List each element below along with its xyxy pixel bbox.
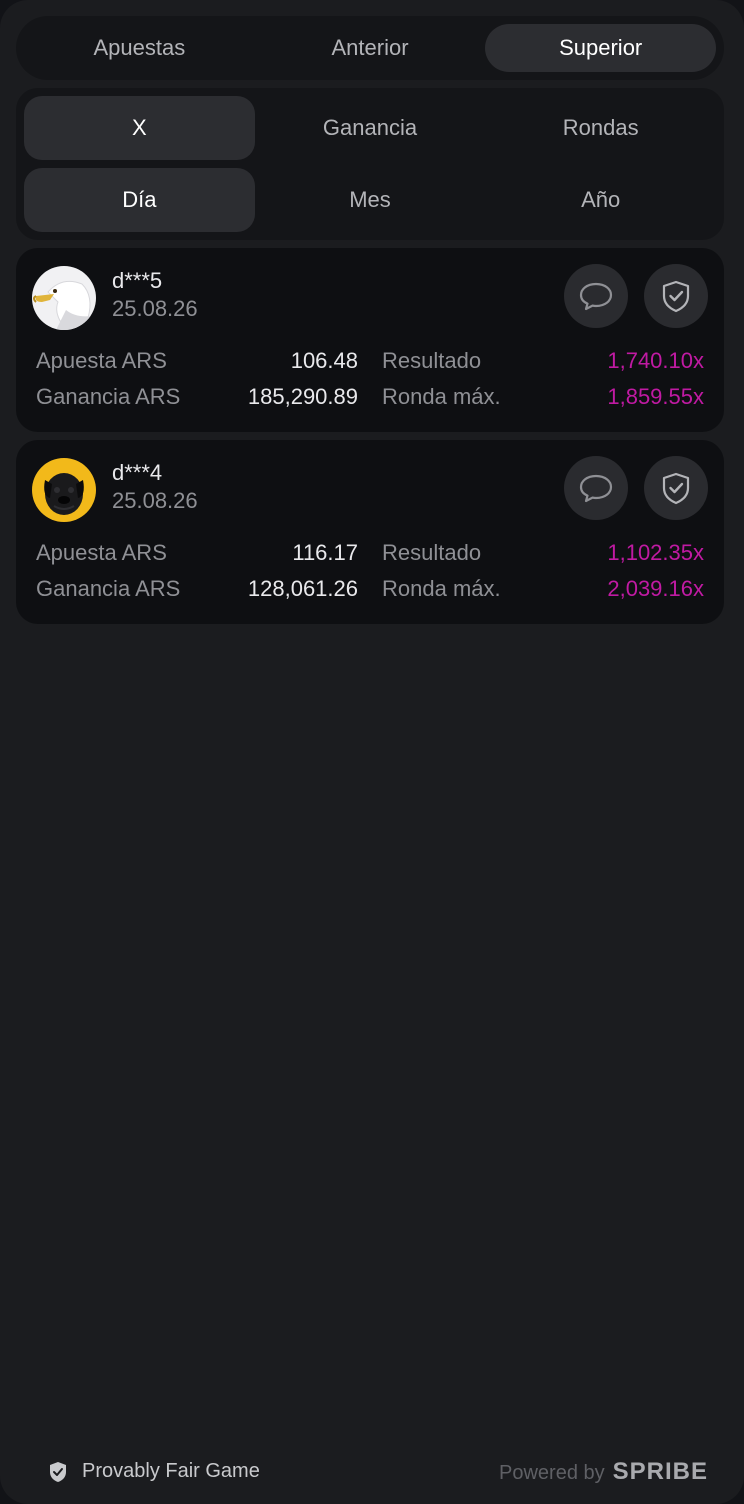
shield-check-icon xyxy=(662,280,690,313)
bet-tabs: Apuestas Anterior Superior xyxy=(16,16,724,80)
username: d***5 xyxy=(112,268,163,293)
max-round-label: Ronda máx. xyxy=(382,384,501,409)
powered-by: Powered by SPRIBE xyxy=(499,1458,708,1486)
result-multiplier: 1,740.10x xyxy=(607,348,704,373)
bet-card: d***5 25.08.26 Apuesta ARS 106.48 Gananc… xyxy=(16,248,724,432)
max-round-multiplier: 2,039.16x xyxy=(607,576,704,601)
filter-ganancia[interactable]: Ganancia xyxy=(255,96,486,160)
shield-check-icon xyxy=(50,1461,66,1482)
bet-date: 25.08.26 xyxy=(112,488,198,513)
period-filter-row: Día Mes Año xyxy=(24,168,716,232)
pug-avatar-icon xyxy=(32,458,96,522)
verify-button[interactable] xyxy=(644,456,708,520)
filter-dia[interactable]: Día xyxy=(24,168,255,232)
provably-fair-label: Provably Fair Game xyxy=(82,1460,260,1482)
chat-button[interactable] xyxy=(564,456,628,520)
sort-filter-row: X Ganancia Rondas xyxy=(24,96,716,160)
result-multiplier: 1,102.35x xyxy=(607,540,704,565)
bet-amount-value: 106.48 xyxy=(290,348,358,373)
spribe-logo: SPRIBE xyxy=(612,1458,708,1485)
tab-apuestas[interactable]: Apuestas xyxy=(24,24,255,72)
max-round-multiplier: 1,859.55x xyxy=(607,384,704,409)
bet-amount-label: Apuesta ARS xyxy=(36,348,167,373)
win-amount-label: Ganancia ARS xyxy=(36,576,181,601)
username: d***4 xyxy=(112,460,163,485)
chat-bubble-icon xyxy=(579,474,613,503)
avatar xyxy=(32,458,96,522)
filter-mes[interactable]: Mes xyxy=(255,168,486,232)
provably-fair-link[interactable]: Provably Fair Game xyxy=(48,1460,260,1483)
powered-by-label: Powered by xyxy=(499,1462,605,1484)
tab-anterior[interactable]: Anterior xyxy=(255,24,486,72)
result-label: Resultado xyxy=(382,348,482,373)
top-filters: X Ganancia Rondas Día Mes Año xyxy=(16,88,724,240)
bet-amount-label: Apuesta ARS xyxy=(36,540,167,565)
chat-button[interactable] xyxy=(564,264,628,328)
win-amount-value: 185,290.89 xyxy=(247,384,358,409)
verify-button[interactable] xyxy=(644,264,708,328)
bet-date: 25.08.26 xyxy=(112,296,198,321)
result-label: Resultado xyxy=(382,540,482,565)
max-round-label: Ronda máx. xyxy=(382,576,501,601)
filter-ano[interactable]: Año xyxy=(485,168,716,232)
win-amount-label: Ganancia ARS xyxy=(36,384,181,409)
shield-check-icon xyxy=(662,472,690,505)
avatar xyxy=(32,266,96,330)
bet-amount-value: 116.17 xyxy=(292,540,358,565)
bets-panel: Apuestas Anterior Superior X Ganancia Ro… xyxy=(0,0,744,1504)
win-amount-value: 128,061.26 xyxy=(247,576,358,601)
tab-superior[interactable]: Superior xyxy=(485,24,717,72)
bet-card: d***4 25.08.26 Apuesta ARS 116.17 Gananc… xyxy=(16,440,724,624)
eagle-avatar-icon xyxy=(32,266,96,330)
chat-bubble-icon xyxy=(579,282,613,311)
filter-x[interactable]: X xyxy=(24,96,255,160)
filter-rondas[interactable]: Rondas xyxy=(485,96,716,160)
